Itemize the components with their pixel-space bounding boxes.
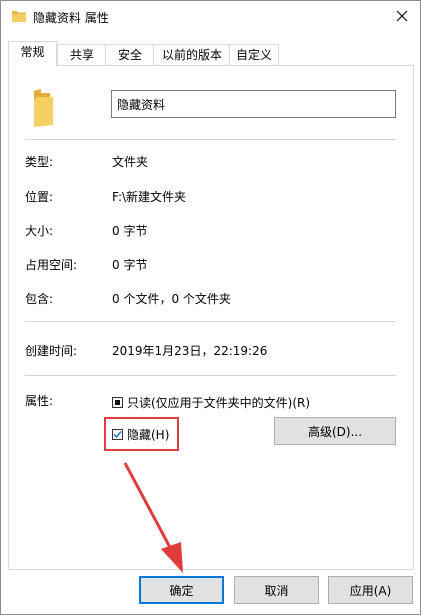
readonly-checkbox[interactable]: 只读(仅应用于文件夹中的文件)(R) [112,394,310,411]
apply-button[interactable]: 应用(A) [328,576,413,604]
divider [25,321,396,322]
annotation-highlight-box [104,417,179,451]
folder-large-icon [34,89,53,127]
tab-general[interactable]: 常规 [8,41,57,67]
location-label: 位置: [25,190,54,204]
general-panel [8,65,414,570]
size-on-disk-value: 0 字节 [112,258,148,272]
divider [25,139,396,140]
tab-customize[interactable]: 自定义 [229,44,279,66]
advanced-button[interactable]: 高级(D)... [274,417,396,445]
contains-label: 包含: [25,292,54,306]
properties-dialog: 隐藏资料 属性 常规 共享 安全 以前的版本 自定义 类型: 文件夹 位置: F… [0,0,421,615]
type-value: 文件夹 [112,155,149,169]
ok-button[interactable]: 确定 [139,576,224,604]
cancel-button[interactable]: 取消 [234,576,319,604]
readonly-checkbox-label: 只读(仅应用于文件夹中的文件)(R) [127,396,311,410]
tab-sharing[interactable]: 共享 [57,44,107,66]
title-bar[interactable]: 隐藏资料 属性 [1,1,420,32]
close-button[interactable] [390,5,414,27]
created-label: 创建时间: [25,344,78,358]
location-value: F:\新建文件夹 [112,190,187,204]
tab-previous-versions[interactable]: 以前的版本 [153,44,231,66]
contains-value: 0 个文件，0 个文件夹 [112,292,231,306]
readonly-checkbox-box[interactable] [112,397,123,408]
created-value: 2019年1月23日，22:19:26 [112,344,268,358]
folder-icon [12,11,26,22]
type-label: 类型: [25,155,54,169]
folder-name-input[interactable] [111,90,396,118]
close-icon [396,10,408,22]
attributes-label: 属性: [25,394,54,408]
tab-security[interactable]: 安全 [105,44,155,66]
size-on-disk-label: 占用空间: [25,258,78,272]
size-label: 大小: [25,224,54,238]
divider [25,375,396,376]
size-value: 0 字节 [112,224,148,238]
window-title: 隐藏资料 属性 [33,11,109,25]
